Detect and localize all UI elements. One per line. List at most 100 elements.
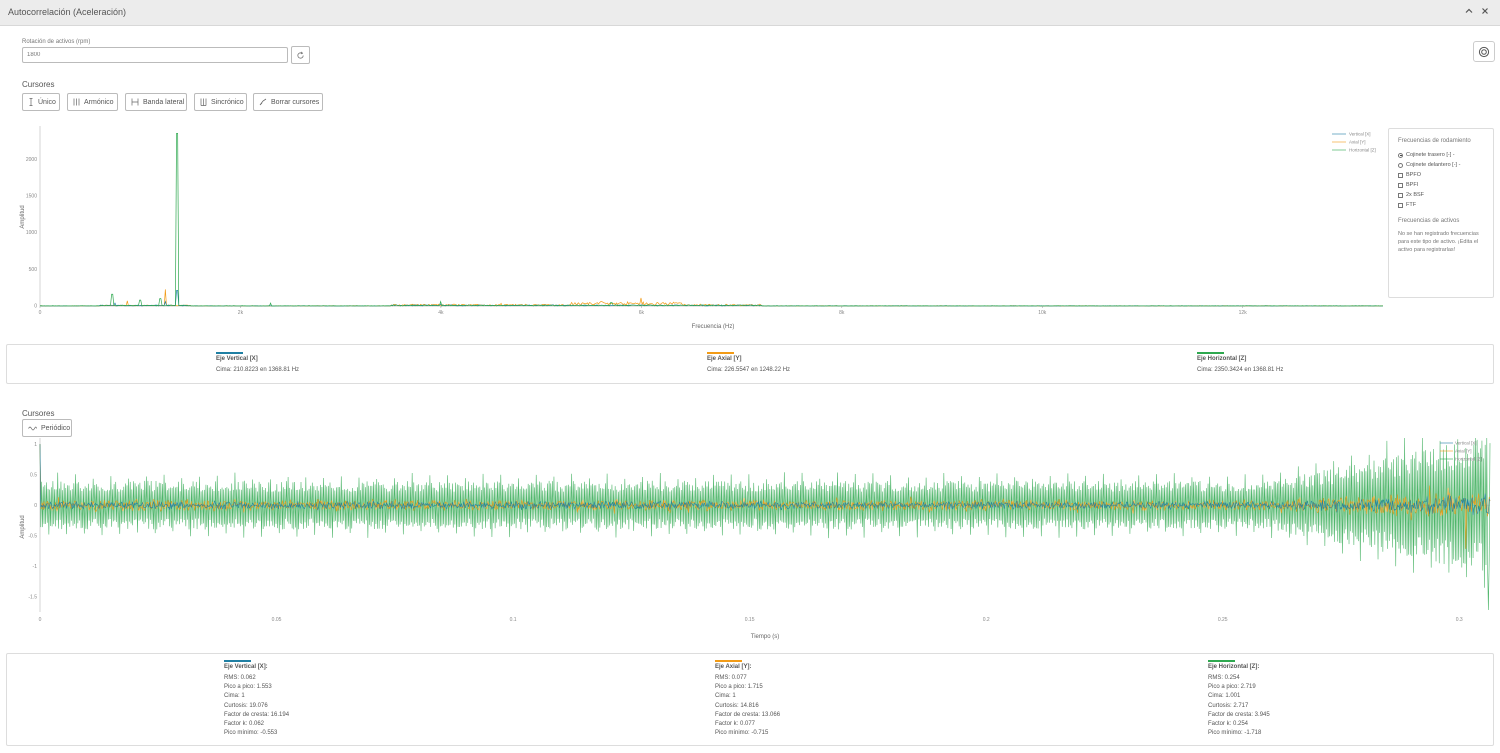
summary-peak: Cima: 226.5547 en 1248.22 Hz: [707, 367, 791, 373]
y-tick-label: -1: [33, 564, 38, 570]
spectrum-legend: Vertical [X] Axial [Y] Horizontal [Z]: [1332, 132, 1376, 153]
legend-label: Horizontal [Z]: [1349, 148, 1376, 153]
summary-crest-factor: Factor de cresta: 3.945: [1208, 711, 1270, 718]
clear-cursors-label: Borrar cursores: [271, 98, 320, 106]
asset-frequencies-title: Frecuencias de activos: [1398, 218, 1460, 224]
summary-min-peak: Pico mínimo: -0.553: [224, 730, 278, 737]
cursor-sideband-button[interactable]: Banda lateral: [125, 93, 187, 111]
x-tick-label: 2k: [238, 310, 244, 316]
rpm-input[interactable]: [22, 47, 288, 63]
settings-button[interactable]: [1473, 41, 1495, 62]
cursor-single-label: Único: [38, 98, 56, 106]
bearing-option-label: BPFO: [1406, 172, 1421, 178]
summary-axis-name: Eje Axial [Y]: [707, 356, 742, 362]
legend-label: Vertical [X]: [1349, 132, 1371, 137]
spectrum-summary-panel: Eje Vertical [X] Cima: 210.8223 en 1368.…: [6, 344, 1494, 384]
synchronous-cursor-icon: [200, 98, 207, 106]
x-tick-label: 0: [39, 310, 42, 316]
harmonic-cursor-icon: [73, 98, 80, 106]
summary-peak: Cima: 2350.3424 en 1368.81 Hz: [1197, 367, 1284, 373]
bearing-option-front[interactable]: Cojinete delantero [-] -: [1398, 160, 1484, 170]
summary-peak: Cima: 1.001: [1208, 693, 1241, 700]
erase-icon: [259, 98, 267, 106]
checkbox-icon[interactable]: [1398, 172, 1403, 178]
spectrum-grid: [39, 126, 1383, 307]
series-color-bar: [216, 352, 243, 354]
x-tick-label: 0.2: [983, 617, 990, 623]
cursor-synchronous-button[interactable]: Sincrónico: [194, 93, 247, 111]
bearing-option-2xbsf[interactable]: 2x BSF: [1398, 190, 1484, 200]
y-tick-label: 1500: [26, 193, 37, 199]
series-color-bar: [224, 660, 251, 662]
summary-k-factor: Factor k: 0.254: [1208, 721, 1249, 728]
waveform-chart[interactable]: 1 0.5 0 -0.5 -1 -1.5 0 0.05 0.1 0.15 0.2 0.25 0.3 A…: [0, 436, 1500, 644]
window-titlebar: Autocorrelación (Aceleración): [0, 0, 1500, 26]
summary-axis-name: Eje Axial [Y]:: [715, 664, 752, 670]
summary-axis-name: Eje Vertical [X]:: [224, 664, 268, 670]
waveform-x-ticks: 0 0.05 0.1 0.15 0.2 0.25 0.3: [39, 617, 1463, 623]
bearing-option-bpfi[interactable]: BPFI: [1398, 180, 1484, 190]
x-tick-label: 0.25: [1218, 617, 1228, 623]
summary-crest-factor: Factor de cresta: 16.194: [224, 711, 290, 718]
series-color-bar: [1197, 352, 1224, 354]
checkbox-icon[interactable]: [1398, 202, 1403, 208]
cursor-sideband-label: Banda lateral: [143, 98, 185, 106]
bearing-option-label: 2x BSF: [1406, 192, 1425, 198]
x-tick-label: 0.1: [510, 617, 517, 623]
x-tick-label: 12k: [1239, 310, 1248, 316]
radio-selected-icon[interactable]: [1398, 152, 1403, 158]
waveform-summary-axial: Eje Axial [Y]: RMS: 0.077 Pico a pico: 1…: [715, 660, 780, 738]
spectrum-x-ticks: 0 2k 4k 6k 8k 10k 12k: [39, 306, 1248, 316]
spectrum-y-ticks: 0 500 1000 1500 2000: [26, 157, 37, 310]
rpm-reset-button[interactable]: [291, 46, 310, 64]
spectrum-chart[interactable]: 0 500 1000 1500 2000 0 2k 4k 6k 8k 10k 12k Amplitu…: [0, 118, 1386, 336]
bearing-frequencies-panel: Frecuencias de rodamiento Cojinete trase…: [1388, 128, 1494, 298]
summary-kurtosis: Curtosis: 2.717: [1208, 702, 1249, 709]
target-settings-icon: [1478, 46, 1490, 58]
y-tick-label: 2000: [26, 157, 37, 163]
cursor-periodic-button[interactable]: Periódico: [22, 419, 72, 437]
cursors-label-top: Cursores: [22, 80, 55, 89]
summary-peak: Cima: 210.8223 en 1368.81 Hz: [216, 367, 300, 373]
summary-axis-name: Eje Horizontal [Z]: [1197, 356, 1247, 362]
y-tick-label: 0.5: [30, 472, 37, 478]
bearing-option-ftf[interactable]: FTF: [1398, 200, 1484, 210]
cursor-single-button[interactable]: Único: [22, 93, 60, 111]
summary-axis-name: Eje Vertical [X]: [216, 356, 258, 362]
spectrum-series: [39, 132, 1384, 307]
bearing-option-rear[interactable]: Cojinete trasero [-] -: [1398, 150, 1484, 160]
periodic-cursor-icon: [28, 425, 37, 432]
series-color-bar: [1208, 660, 1235, 662]
summary-crest-factor: Factor de cresta: 13.066: [715, 711, 781, 718]
summary-rms: RMS: 0.077: [715, 675, 747, 681]
x-tick-label: 0.05: [272, 617, 282, 623]
waveform-y-axis-title: Amplitud: [20, 515, 26, 538]
spectrum-series-horizontal: [39, 132, 1384, 307]
clear-cursors-button[interactable]: Borrar cursores: [253, 93, 323, 111]
spectrum-y-axis-title: Amplitud: [20, 205, 26, 228]
sideband-cursor-icon: [131, 98, 139, 106]
summary-peak-to-peak: Pico a pico: 1.553: [224, 684, 272, 691]
checkbox-icon[interactable]: [1398, 182, 1403, 188]
close-icon[interactable]: [1476, 3, 1494, 21]
bearing-option-label: FTF: [1406, 202, 1417, 208]
waveform-series: [39, 437, 1491, 611]
bearing-frequencies-title: Frecuencias de rodamiento: [1398, 138, 1471, 144]
summary-peak: Cima: 1: [224, 693, 245, 700]
spectrum-summary-horizontal: Eje Horizontal [Z] Cima: 2350.3424 en 13…: [1197, 352, 1283, 375]
summary-min-peak: Pico mínimo: -1.718: [1208, 730, 1262, 737]
spectrum-x-axis-title: Frecuencia (Hz): [692, 324, 735, 330]
y-tick-label: -1.5: [28, 594, 37, 600]
waveform-grid: [39, 438, 1490, 612]
asset-frequencies-note: No se han registrado frecuencias para es…: [1398, 231, 1479, 253]
cursors-label-bottom: Cursores: [22, 409, 55, 418]
cursor-harmonic-button[interactable]: Armónico: [67, 93, 118, 111]
spectrum-series-axial: [39, 289, 1384, 307]
legend-label: Horizontal [Z]: [1455, 457, 1482, 462]
single-cursor-icon: [28, 98, 34, 106]
waveform-series-horizontal: [39, 437, 1491, 611]
radio-unselected-icon[interactable]: [1398, 162, 1403, 168]
bearing-option-bpfo[interactable]: BPFO: [1398, 170, 1484, 180]
window-title: Autocorrelación (Aceleración): [8, 7, 127, 17]
checkbox-icon[interactable]: [1398, 192, 1403, 198]
